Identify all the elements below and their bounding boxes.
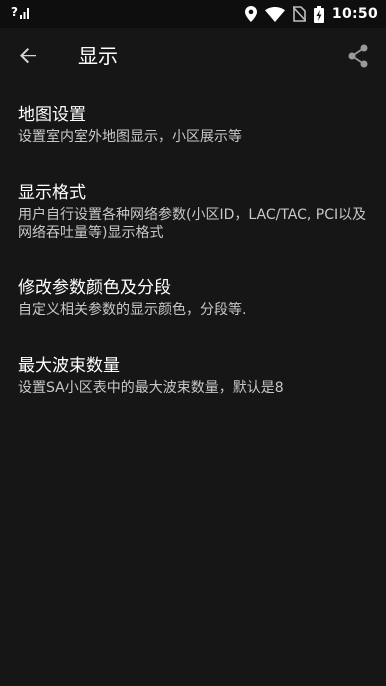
share-icon — [347, 44, 369, 68]
status-time: 10:50 — [331, 6, 378, 22]
page-title: 显示 — [78, 44, 118, 68]
status-bar: ? 10:50 — [0, 0, 386, 28]
pref-display-format[interactable]: 显示格式 用户自行设置各种网络参数(小区ID，LAC/TAC, PCI以及网络吞… — [0, 182, 386, 246]
pref-title: 地图设置 — [18, 105, 86, 125]
pref-summary: 用户自行设置各种网络参数(小区ID，LAC/TAC, PCI以及网络吞吐量等)显… — [18, 207, 367, 241]
pref-max-beams[interactable]: 最大波束数量 设置SA小区表中的最大波束数量，默认是8 — [0, 355, 386, 407]
pref-summary: 设置室内室外地图显示，小区展示等 — [18, 129, 242, 145]
pref-summary: 设置SA小区表中的最大波束数量，默认是8 — [18, 380, 284, 396]
signal-unknown-label: ? — [11, 5, 18, 19]
pref-summary: 自定义相关参数的显示颜色，分段等. — [18, 302, 247, 318]
pref-param-colors[interactable]: 修改参数颜色及分段 自定义相关参数的显示颜色，分段等. — [0, 277, 386, 329]
arrow-back-icon — [18, 46, 38, 66]
signal-indicator: ? — [11, 5, 31, 19]
signal-unknown-icon — [19, 7, 31, 19]
battery-charging-icon — [313, 5, 324, 23]
location-icon — [244, 6, 257, 22]
wifi-icon — [264, 6, 285, 22]
back-button[interactable] — [14, 42, 42, 70]
pref-title: 修改参数颜色及分段 — [18, 278, 171, 298]
share-button[interactable] — [344, 42, 372, 70]
app-bar: 显示 — [0, 28, 386, 84]
pref-title: 最大波束数量 — [18, 356, 120, 376]
pref-title: 显示格式 — [18, 183, 86, 203]
sim-off-icon — [292, 6, 306, 22]
pref-map-settings[interactable]: 地图设置 设置室内室外地图显示，小区展示等 — [0, 104, 386, 156]
